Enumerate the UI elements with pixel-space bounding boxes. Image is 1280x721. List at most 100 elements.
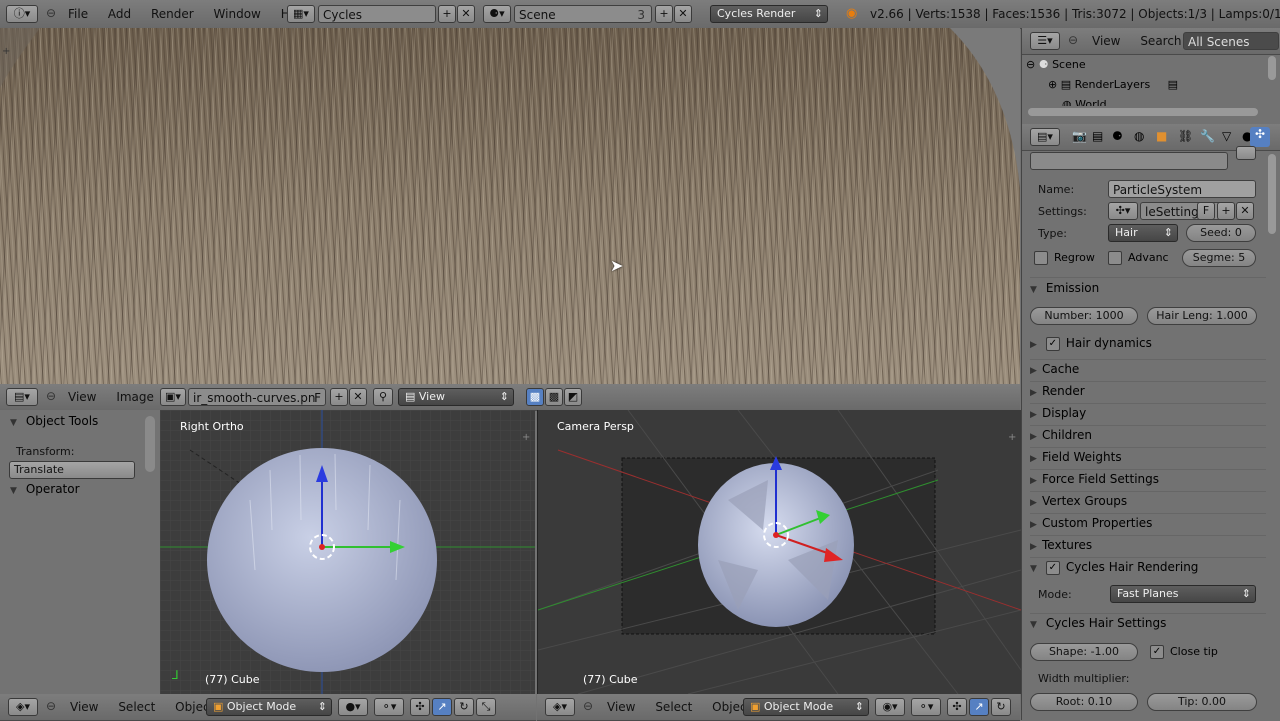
view3d-editor-type-button[interactable]: ◈▾ <box>8 698 38 716</box>
display-alpha-button[interactable]: ▩ <box>545 388 563 406</box>
display-channel-select[interactable]: ▤ View ⇕ <box>398 388 514 406</box>
properties-scrollbar[interactable] <box>1268 154 1276 234</box>
menu-select[interactable]: Select <box>118 700 155 714</box>
panel-textures[interactable]: ▶ Textures <box>1030 535 1266 552</box>
cycles-hair-settings-panel-header[interactable]: ▼ Cycles Hair Settings <box>1030 613 1266 630</box>
mode-select-left[interactable]: ▣ Object Mode ⇕ <box>206 698 332 716</box>
scene-tab-icon[interactable]: ⚈ <box>1112 129 1123 143</box>
menu-search[interactable]: Search <box>1140 34 1181 48</box>
cycles-hair-rendering-check[interactable]: ✓ <box>1045 560 1060 575</box>
settings-browse-button[interactable]: ✣▾ <box>1108 202 1138 220</box>
menu-view[interactable]: View <box>607 700 635 714</box>
viewport-right-ortho[interactable]: Right Ortho (77) Cube ⅃ + <box>160 410 535 694</box>
plus-corner-icon[interactable]: + <box>2 46 10 57</box>
pivot-point-button[interactable]: ⚬▾ <box>911 698 941 716</box>
panel-render[interactable]: ▶ Render <box>1030 381 1266 398</box>
panel-display[interactable]: ▶ Display <box>1030 403 1266 420</box>
viewport-camera-persp[interactable]: Camera Persp (77) Cube + <box>537 410 1021 694</box>
mode-select-right[interactable]: ▣ Object Mode ⇕ <box>743 698 869 716</box>
panel-custom-properties[interactable]: ▶ Custom Properties <box>1030 513 1266 530</box>
root-width-field[interactable]: Root: 0.10 <box>1030 693 1138 711</box>
menu-view[interactable]: View <box>70 700 98 714</box>
new-image-button[interactable]: + <box>330 388 348 406</box>
object-tools-header[interactable]: ▼ Object Tools <box>10 414 98 428</box>
render-tab-icon[interactable]: 📷 <box>1072 129 1087 143</box>
operator-header[interactable]: ▼ Operator <box>10 482 80 496</box>
scene-browse-button[interactable]: ⚈▾ <box>483 5 511 23</box>
translate-button[interactable]: Translate <box>9 461 135 479</box>
delete-scene-button[interactable]: ✕ <box>674 5 692 23</box>
plus-corner-icon[interactable]: + <box>522 432 530 443</box>
pivot-point-button[interactable]: ⚬▾ <box>374 698 404 716</box>
panel-cache[interactable]: ▶ Cache <box>1030 359 1266 376</box>
settings-unlink-button[interactable]: ✕ <box>1236 202 1254 220</box>
particle-type-select[interactable]: Hair ⇕ <box>1108 224 1178 242</box>
number-field[interactable]: Number: 1000 <box>1030 307 1138 325</box>
settings-fake-user-button[interactable]: F <box>1197 202 1215 220</box>
regrow-checkbox[interactable]: Regrow <box>1034 251 1095 265</box>
view3d-editor-type-button[interactable]: ◈▾ <box>545 698 575 716</box>
panel-children[interactable]: ▶ Children <box>1030 425 1266 442</box>
image-browse-button[interactable]: ▣▾ <box>160 388 186 406</box>
hair-length-field[interactable]: Hair Leng: 1.000 <box>1147 307 1257 325</box>
tool-shelf-scrollbar[interactable] <box>145 416 155 472</box>
panel-field-weights[interactable]: ▶ Field Weights <box>1030 447 1266 464</box>
world-tab-icon[interactable]: ◍ <box>1134 129 1144 143</box>
hair-mode-select[interactable]: Fast Planes ⇕ <box>1110 585 1256 603</box>
settings-new-button[interactable]: + <box>1217 202 1235 220</box>
panel-vertex-groups[interactable]: ▶ Vertex Groups <box>1030 491 1266 508</box>
image-editor-type-button[interactable]: ▤▾ <box>6 388 38 406</box>
outliner-item-world[interactable]: ◍ World <box>1048 98 1107 106</box>
rotate-manipulator-button[interactable]: ↻ <box>991 698 1011 716</box>
menu-add[interactable]: Add <box>108 7 131 21</box>
object-tab-icon[interactable]: ■ <box>1156 129 1167 143</box>
particle-list-box[interactable] <box>1030 152 1228 170</box>
constraints-tab-icon[interactable]: ⛓ <box>1178 129 1193 143</box>
particle-system-name-field[interactable]: ParticleSystem <box>1108 180 1256 198</box>
display-rgb-button[interactable]: ▩ <box>526 388 544 406</box>
particles-tab-icon[interactable]: ✣ <box>1250 127 1270 147</box>
viewport-shading-button[interactable]: ◉▾ <box>875 698 905 716</box>
outliner-item-renderlayers[interactable]: ⊕ ▤ RenderLayers ▤ <box>1048 78 1178 91</box>
segments-field[interactable]: Segme: 5 <box>1182 249 1256 267</box>
seed-field[interactable]: Seed: 0 <box>1186 224 1256 242</box>
collapse-menu-icon[interactable]: ⊖ <box>583 699 593 713</box>
pin-image-button[interactable]: ⚲ <box>373 388 393 406</box>
particle-list-extra-button[interactable] <box>1236 146 1256 160</box>
screen-layout-browse-button[interactable]: ▦▾ <box>287 5 315 23</box>
outliner-hscrollbar[interactable] <box>1028 108 1258 116</box>
render-engine-select[interactable]: Cycles Render ⇕ <box>710 5 828 23</box>
scale-manipulator-button[interactable]: ⤡ <box>476 698 496 716</box>
menu-render[interactable]: Render <box>151 7 194 21</box>
manipulator-toggle-button[interactable]: ✣ <box>410 698 430 716</box>
outliner-display-mode[interactable]: All Scenes <box>1183 32 1279 50</box>
menu-file[interactable]: File <box>68 7 88 21</box>
translate-manipulator-button[interactable]: ↗ <box>969 698 989 716</box>
manipulator-toggle-button[interactable]: ✣ <box>947 698 967 716</box>
outliner-editor-type-button[interactable]: ☰▾ <box>1030 32 1060 50</box>
add-scene-button[interactable]: + <box>655 5 673 23</box>
delete-screen-button[interactable]: ✕ <box>457 5 475 23</box>
plus-corner-icon[interactable]: + <box>1008 432 1016 443</box>
panel-force-field-settings[interactable]: ▶ Force Field Settings <box>1030 469 1266 486</box>
collapse-menu-icon[interactable]: ⊖ <box>46 6 56 20</box>
collapse-menu-icon[interactable]: ⊖ <box>46 699 56 713</box>
modifiers-tab-icon[interactable]: 🔧 <box>1200 129 1215 143</box>
tip-width-field[interactable]: Tip: 0.00 <box>1147 693 1257 711</box>
collapse-menu-icon[interactable]: ⊖ <box>1068 33 1078 47</box>
outliner-vscrollbar[interactable] <box>1268 56 1276 80</box>
hair-dynamics-check[interactable]: ✓ <box>1045 336 1060 351</box>
emission-panel-header[interactable]: ▼ Emission <box>1030 277 1266 295</box>
menu-image[interactable]: Image <box>116 390 154 404</box>
hair-dynamics-panel-header[interactable]: ▶ ✓ Hair dynamics <box>1030 336 1266 351</box>
data-tab-icon[interactable]: ▽ <box>1222 129 1231 143</box>
image-name-field[interactable]: ir_smooth-curves.pn F <box>188 388 326 406</box>
menu-window[interactable]: Window <box>214 7 261 21</box>
editor-type-button[interactable]: ⓘ▾ <box>6 5 38 23</box>
rotate-manipulator-button[interactable]: ↻ <box>454 698 474 716</box>
scene-field[interactable]: Scene 3 <box>514 5 652 23</box>
shape-field[interactable]: Shape: -1.00 <box>1030 643 1138 661</box>
advanced-checkbox[interactable]: Advanc <box>1108 251 1169 265</box>
close-tip-checkbox[interactable]: ✓ Close tip <box>1150 645 1218 659</box>
menu-view[interactable]: View <box>68 390 96 404</box>
